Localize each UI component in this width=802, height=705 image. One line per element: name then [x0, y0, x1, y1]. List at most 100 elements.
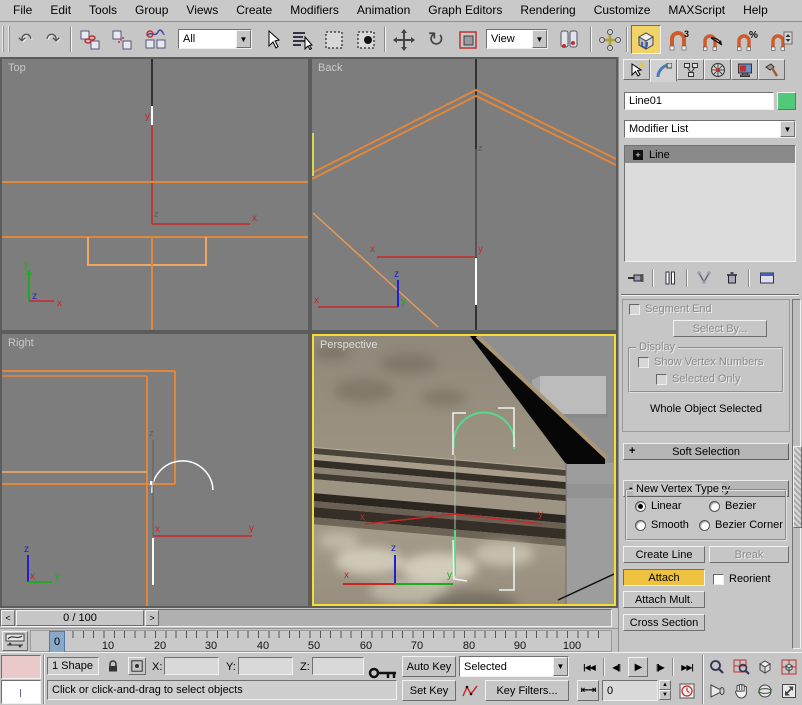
- snaps-toggle-button[interactable]: [631, 25, 661, 54]
- soft-selection-rollout-header[interactable]: + Soft Selection: [623, 443, 789, 460]
- coordinate-system-arrow[interactable]: ▼: [532, 30, 547, 48]
- selection-lock-toggle[interactable]: [104, 657, 122, 675]
- menu-help[interactable]: Help: [734, 0, 777, 21]
- menu-group[interactable]: Group: [126, 0, 177, 21]
- frame-spinner[interactable]: ▲ ▼: [659, 680, 671, 701]
- menu-maxscript[interactable]: MAXScript: [659, 0, 734, 21]
- previous-frame-button[interactable]: ◀||: [606, 657, 626, 677]
- x-coord-field[interactable]: [164, 657, 219, 675]
- time-slider-handle[interactable]: 0 / 100: [16, 610, 144, 626]
- attach-mult-button[interactable]: Attach Mult.: [623, 591, 705, 608]
- y-coord-field[interactable]: [238, 657, 293, 675]
- time-configuration-button[interactable]: [676, 680, 698, 701]
- menu-tools[interactable]: Tools: [80, 0, 126, 21]
- zoom-extents-button[interactable]: [754, 656, 776, 677]
- menu-customize[interactable]: Customize: [585, 0, 660, 21]
- selection-filter-arrow[interactable]: ▼: [236, 30, 251, 48]
- break-button[interactable]: Break: [709, 546, 789, 563]
- select-and-scale-button[interactable]: [454, 26, 482, 53]
- modifier-list-dropdown[interactable]: Modifier List ▼: [624, 120, 796, 138]
- angle-snap-toggle-button[interactable]: [698, 26, 728, 53]
- create-line-button[interactable]: Create Line: [623, 546, 705, 563]
- object-color-swatch[interactable]: [777, 92, 796, 110]
- configure-modifier-sets-button[interactable]: [754, 268, 780, 288]
- tab-motion[interactable]: [704, 59, 731, 80]
- select-and-move-button[interactable]: [390, 26, 418, 53]
- select-by-name-button[interactable]: [288, 26, 316, 53]
- viewport-right-label[interactable]: Right: [8, 337, 34, 349]
- viewport-top-label[interactable]: Top: [8, 62, 26, 74]
- menu-views[interactable]: Views: [177, 0, 227, 21]
- redo-button[interactable]: ↷: [40, 27, 66, 52]
- window-crossing-toggle-button[interactable]: [352, 26, 380, 53]
- make-unique-button[interactable]: [692, 268, 716, 288]
- pan-button[interactable]: [730, 680, 752, 701]
- viewport-right[interactable]: Right z x y z x y: [2, 334, 308, 606]
- frame-spinner-down[interactable]: ▼: [659, 690, 671, 700]
- modifier-list-arrow[interactable]: ▼: [780, 121, 795, 137]
- go-to-end-button[interactable]: ▶▶|: [675, 657, 699, 677]
- linear-radio[interactable]: [635, 500, 646, 512]
- frame-spinner-up[interactable]: ▲: [659, 680, 671, 690]
- current-frame-marker[interactable]: 0: [49, 631, 65, 653]
- absolute-offset-mode-toggle[interactable]: [128, 657, 146, 675]
- zoom-all-button[interactable]: [730, 656, 752, 677]
- track-bar-ruler[interactable]: 10 20 30 40 50 60 70 80 90 100 0: [30, 630, 612, 653]
- viewport-back[interactable]: Back x y z z x y: [312, 59, 616, 330]
- reference-coordinate-system-dropdown[interactable]: View ▼: [486, 29, 548, 49]
- time-slider-next-arrow[interactable]: >: [145, 610, 159, 626]
- tab-modify[interactable]: [650, 59, 677, 82]
- auto-key-button[interactable]: Auto Key: [402, 656, 456, 677]
- maximize-viewport-toggle-button[interactable]: [778, 680, 800, 701]
- tab-display[interactable]: [731, 59, 758, 80]
- menu-rendering[interactable]: Rendering: [511, 0, 584, 21]
- bezier-corner-radio[interactable]: [699, 519, 710, 531]
- zoom-button[interactable]: [706, 656, 728, 677]
- attach-button[interactable]: Attach: [623, 569, 705, 586]
- unlink-selection-button[interactable]: [108, 26, 136, 53]
- key-mode-arrow[interactable]: ▼: [553, 657, 568, 676]
- cross-section-button[interactable]: Cross Section: [623, 614, 705, 631]
- menu-modifiers[interactable]: Modifiers: [281, 0, 348, 21]
- go-to-start-button[interactable]: |◀◀: [577, 657, 601, 677]
- panel-scrollbar-track[interactable]: [792, 299, 802, 649]
- smooth-radio[interactable]: [635, 519, 646, 531]
- undo-button[interactable]: ↶: [12, 27, 38, 52]
- selected-only-checkbox[interactable]: [656, 373, 667, 385]
- z-coord-field[interactable]: [312, 657, 364, 675]
- menu-graph-editors[interactable]: Graph Editors: [419, 0, 511, 21]
- tab-hierarchy[interactable]: [677, 59, 704, 80]
- viewport-top[interactable]: Top y x z y z x: [2, 59, 308, 330]
- key-mode-dropdown[interactable]: Selected ▼: [459, 656, 569, 677]
- play-button[interactable]: ▶: [628, 657, 648, 677]
- tab-utilities[interactable]: [758, 59, 785, 80]
- menu-create[interactable]: Create: [227, 0, 281, 21]
- toolbar-grip[interactable]: [2, 26, 10, 52]
- bezier-radio[interactable]: [709, 500, 720, 512]
- new-key-default-inout-button[interactable]: [459, 680, 481, 701]
- key-filters-button[interactable]: Key Filters...: [485, 680, 569, 701]
- tab-create[interactable]: [623, 59, 650, 80]
- selection-filter-dropdown[interactable]: All ▼: [178, 29, 252, 49]
- menu-file[interactable]: File: [4, 0, 41, 21]
- menu-animation[interactable]: Animation: [348, 0, 419, 21]
- field-of-view-button[interactable]: [706, 680, 728, 701]
- percent-snap-toggle-button[interactable]: %: [732, 26, 762, 53]
- expand-icon[interactable]: +: [633, 149, 643, 160]
- object-name-field[interactable]: Line01: [624, 92, 774, 110]
- spinner-snap-toggle-button[interactable]: [766, 26, 796, 53]
- maxscript-mini-listener-white[interactable]: [1, 680, 41, 704]
- pin-stack-button[interactable]: [624, 268, 648, 288]
- reorient-checkbox[interactable]: [713, 573, 724, 585]
- panel-scrollbar-thumb[interactable]: [793, 446, 802, 528]
- open-mini-curve-editor-button[interactable]: [2, 631, 28, 651]
- select-object-button[interactable]: [260, 26, 286, 53]
- modifier-stack-row-line[interactable]: + Line: [625, 146, 795, 163]
- current-frame-field[interactable]: 0: [602, 680, 658, 701]
- menu-edit[interactable]: Edit: [41, 0, 80, 21]
- arc-rotate-button[interactable]: [754, 680, 776, 701]
- viewport-perspective-label[interactable]: Perspective: [320, 339, 377, 351]
- time-slider-prev-arrow[interactable]: <: [1, 610, 15, 626]
- viewport-back-label[interactable]: Back: [318, 62, 342, 74]
- show-end-result-button[interactable]: [658, 268, 682, 288]
